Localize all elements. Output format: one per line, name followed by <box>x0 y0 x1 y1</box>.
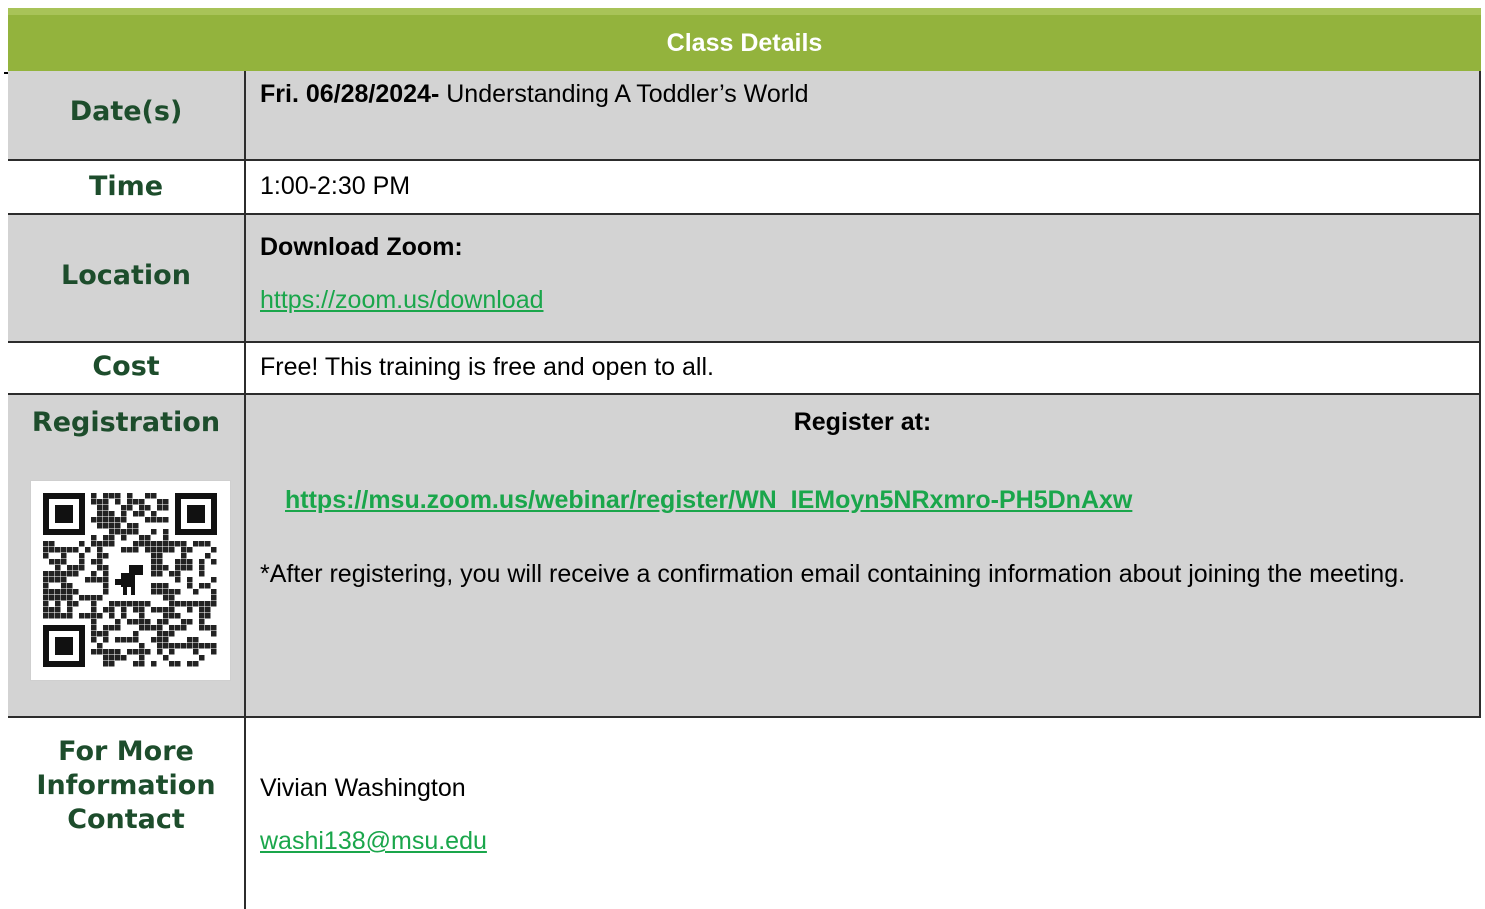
contact-label-line: Information <box>36 770 216 801</box>
time-value: 1:00-2:30 PM <box>260 172 411 200</box>
contact-name: Vivian Washington <box>260 774 466 802</box>
dates-value: Fri. 06/28/2024- Understanding A Toddler… <box>260 80 809 109</box>
registration-heading: Register at: <box>793 408 932 436</box>
time-label: Time <box>88 171 164 202</box>
table-title: Class Details <box>666 29 823 57</box>
class-title: Understanding A Toddler’s World <box>439 80 809 108</box>
cost-label: Cost <box>92 351 160 382</box>
column-divider <box>244 71 246 909</box>
divider <box>8 213 1481 215</box>
divider <box>8 341 1481 343</box>
contact-label-line: Contact <box>67 804 185 835</box>
registration-link-row: https://msu.zoom.us/webinar/register/WN_… <box>285 486 1132 515</box>
location-heading: Download Zoom: <box>260 233 463 261</box>
contact-email-row: washi138@msu.edu <box>260 827 487 856</box>
right-border <box>1479 71 1481 718</box>
qr-code-graphic <box>43 493 217 667</box>
dates-label: Date(s) <box>69 96 183 127</box>
registration-note: *After registering, you will receive a c… <box>260 560 1406 588</box>
zoom-download-link-row: https://zoom.us/download <box>260 286 544 315</box>
location-label: Location <box>61 260 191 291</box>
qr-code-icon[interactable] <box>30 480 231 681</box>
table-header: Class Details <box>8 8 1481 71</box>
registration-link[interactable]: https://msu.zoom.us/webinar/register/WN_… <box>285 486 1132 514</box>
contact-label: For More Information Contact <box>8 735 244 837</box>
header-strip <box>8 8 1481 15</box>
divider <box>8 159 1481 161</box>
contact-label-line: For More <box>58 736 194 767</box>
class-date: Fri. 06/28/2024- <box>260 80 440 108</box>
class-details-table: Class Details Date(s) Fri. 06/28/2024- U… <box>0 0 1485 909</box>
divider <box>8 716 1481 718</box>
cost-value: Free! This training is free and open to … <box>260 353 714 381</box>
divider <box>8 393 1481 395</box>
zoom-download-link[interactable]: https://zoom.us/download <box>260 286 544 314</box>
registration-label: Registration <box>31 407 221 438</box>
contact-email-link[interactable]: washi138@msu.edu <box>260 827 487 855</box>
